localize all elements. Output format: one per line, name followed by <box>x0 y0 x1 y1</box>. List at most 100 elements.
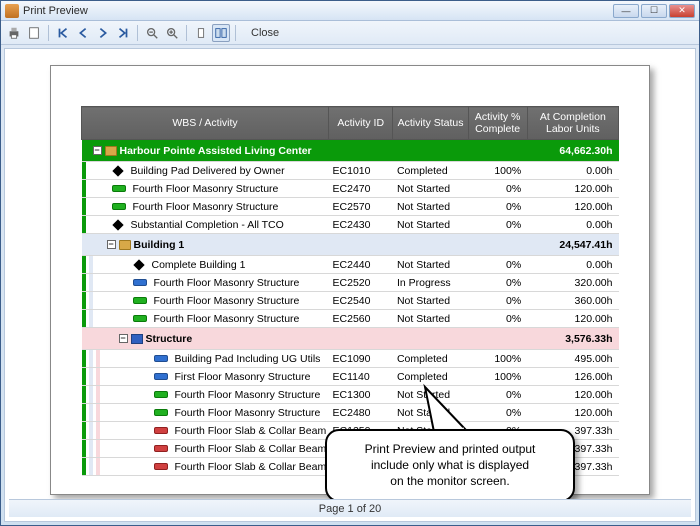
page-setup-button[interactable] <box>25 24 43 42</box>
structure-icon <box>131 334 143 344</box>
table-row: Building Pad Delivered by OwnerEC1010Com… <box>82 162 619 180</box>
task-bar-blue-icon <box>154 355 168 362</box>
maximize-button[interactable]: ☐ <box>641 4 667 18</box>
separator <box>235 25 236 41</box>
task-bar-blue-icon <box>154 373 168 380</box>
print-button[interactable] <box>5 24 23 42</box>
row-name: Building Pad Including UG Utils <box>175 353 321 365</box>
row-name: Fourth Floor Masonry Structure <box>133 201 279 213</box>
table-row: Fourth Floor Masonry Structure EC2540Not … <box>82 292 619 310</box>
id-cell: EC2430 <box>329 216 393 234</box>
table-row: First Floor Masonry StructureEC1140Compl… <box>82 368 619 386</box>
labor-cell: 0.00h <box>527 256 618 274</box>
wbs-cell: −Structure <box>82 328 329 350</box>
row-name: Fourth Floor Masonry Structure <box>154 313 300 325</box>
activity-table: WBS / Activity Activity ID Activity Stat… <box>81 106 619 476</box>
status-cell: Not Started <box>393 292 468 310</box>
table-row: Fourth Floor Masonry StructureEC2480Not … <box>82 404 619 422</box>
titlebar: Print Preview — ☐ ✕ <box>1 1 699 21</box>
status-cell: Completed <box>393 162 468 180</box>
prev-page-button[interactable] <box>74 24 92 42</box>
status-cell: Not Started <box>393 198 468 216</box>
pct-cell: 0% <box>468 198 527 216</box>
table-row: Fourth Floor Masonry StructureEC2520In P… <box>82 274 619 292</box>
zoom-in-button[interactable] <box>163 24 181 42</box>
close-preview-button[interactable]: Close <box>247 27 283 39</box>
multi-page-button[interactable] <box>212 24 230 42</box>
col-header-status: Activity Status <box>393 107 468 140</box>
minimize-button[interactable]: — <box>613 4 639 18</box>
id-cell: EC2470 <box>329 180 393 198</box>
close-window-button[interactable]: ✕ <box>669 4 695 18</box>
pct-cell: 0% <box>468 292 527 310</box>
pct-cell: 0% <box>468 274 527 292</box>
one-page-button[interactable] <box>192 24 210 42</box>
labor-cell: 120.00h <box>527 310 618 328</box>
id-cell: EC2540 <box>329 292 393 310</box>
row-name: Building Pad Delivered by Owner <box>131 165 285 177</box>
pct-cell: 0% <box>468 256 527 274</box>
task-bar-green-icon <box>133 315 147 322</box>
table-body: −Harbour Pointe Assisted Living Center64… <box>82 140 619 476</box>
pct-cell: 100% <box>468 368 527 386</box>
table-row: − Building 1 24,547.41h <box>82 234 619 256</box>
zoom-out-button[interactable] <box>143 24 161 42</box>
folder-icon <box>105 146 117 156</box>
id-cell: EC2440 <box>329 256 393 274</box>
status-cell: Completed <box>393 368 468 386</box>
pct-cell: 0% <box>468 216 527 234</box>
pct-cell: 100% <box>468 350 527 368</box>
row-name: Fourth Floor Slab & Collar Beam <box>175 461 327 473</box>
labor-cell: 360.00h <box>527 292 618 310</box>
next-icon <box>96 26 110 40</box>
one-page-icon <box>194 26 208 40</box>
id-cell: EC2480 <box>329 404 393 422</box>
row-name: Fourth Floor Slab & Collar Beam <box>175 443 327 455</box>
row-name: Building 1 <box>134 239 185 251</box>
status-bar: Page 1 of 20 <box>9 499 691 517</box>
window-title: Print Preview <box>23 5 613 17</box>
app-icon <box>5 4 19 18</box>
task-bar-green-icon <box>154 409 168 416</box>
collapse-icon: − <box>107 240 116 249</box>
wbs-cell: First Floor Masonry Structure <box>82 368 329 386</box>
row-name: Structure <box>146 333 193 345</box>
toolbar: Close <box>1 21 699 45</box>
labor-cell: 495.00h <box>527 350 618 368</box>
next-page-button[interactable] <box>94 24 112 42</box>
wbs-cell: Building Pad Delivered by Owner <box>82 162 329 180</box>
page-indicator: Page 1 of 20 <box>319 503 381 515</box>
row-name: Fourth Floor Masonry Structure <box>175 389 321 401</box>
row-name: Fourth Floor Slab & Collar Beam <box>175 425 327 437</box>
labor-cell: 24,547.41h <box>527 234 618 256</box>
row-name: Fourth Floor Masonry Structure <box>154 295 300 307</box>
wbs-cell: Fourth Floor Slab & Collar Beam <box>82 440 329 458</box>
task-bar-green-icon <box>133 297 147 304</box>
separator <box>186 25 187 41</box>
task-bar-red-icon <box>154 445 168 452</box>
col-header-id: Activity ID <box>329 107 393 140</box>
labor-cell: 320.00h <box>527 274 618 292</box>
wbs-cell: Fourth Floor Masonry Structure <box>82 274 329 292</box>
labor-cell: 0.00h <box>527 216 618 234</box>
task-bar-green-icon <box>154 391 168 398</box>
last-icon <box>116 26 130 40</box>
first-page-button[interactable] <box>54 24 72 42</box>
row-name: Fourth Floor Masonry Structure <box>154 277 300 289</box>
row-name: Fourth Floor Masonry Structure <box>175 407 321 419</box>
table-row: Complete Building 1EC2440Not Started0%0.… <box>82 256 619 274</box>
print-preview-window: Print Preview — ☐ ✕ <box>0 0 700 526</box>
row-name: Harbour Pointe Assisted Living Center <box>120 145 312 157</box>
status-cell: Not Started <box>393 180 468 198</box>
page-icon <box>27 26 41 40</box>
col-header-labor: At Completion Labor Units <box>527 107 618 140</box>
last-page-button[interactable] <box>114 24 132 42</box>
table-header-row: WBS / Activity Activity ID Activity Stat… <box>82 107 619 140</box>
wbs-cell: Fourth Floor Masonry Structure <box>82 386 329 404</box>
row-name: First Floor Masonry Structure <box>175 371 311 383</box>
prev-icon <box>76 26 90 40</box>
status-cell: Completed <box>393 350 468 368</box>
separator <box>137 25 138 41</box>
labor-cell: 120.00h <box>527 404 618 422</box>
id-cell: EC2560 <box>329 310 393 328</box>
